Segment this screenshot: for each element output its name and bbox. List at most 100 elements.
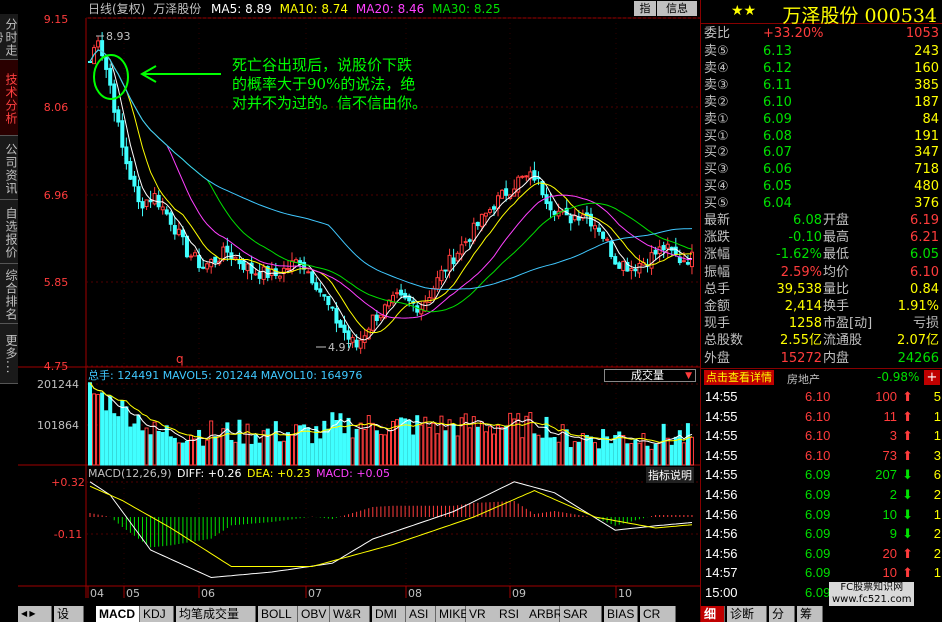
level-volume: 385 bbox=[914, 77, 939, 93]
tick-time: 14:56 bbox=[705, 526, 738, 542]
tab-scroll-arrows[interactable]: ◀ ▶ bbox=[18, 606, 52, 622]
indicator-tab[interactable]: 设置 bbox=[54, 606, 84, 622]
indicator-tab[interactable]: CR bbox=[640, 606, 676, 622]
left-tab[interactable]: 分时走势 bbox=[0, 14, 18, 60]
zhi-button[interactable]: 指 bbox=[634, 1, 656, 16]
volume-bar bbox=[597, 448, 602, 466]
candle bbox=[100, 40, 105, 57]
sell-level-row[interactable]: 卖② 6.10 187 bbox=[701, 94, 942, 111]
quote-tab[interactable]: 诊断 bbox=[727, 606, 767, 622]
candle bbox=[500, 189, 505, 199]
tick-time: 14:55 bbox=[705, 408, 738, 424]
arrow-up-icon: ⬆ bbox=[902, 447, 913, 463]
candle bbox=[435, 277, 440, 290]
stat-row: 总手 39,538 量比 0.84 bbox=[701, 281, 942, 298]
indicator-tab[interactable]: W&R bbox=[330, 606, 370, 622]
candle bbox=[148, 199, 153, 203]
indicator-tab[interactable]: KDJ bbox=[140, 606, 174, 622]
level-label: 卖② bbox=[704, 94, 729, 110]
volume-bar bbox=[164, 425, 169, 466]
level-label: 买④ bbox=[704, 179, 729, 195]
candle bbox=[88, 61, 92, 63]
tick-count: 1 bbox=[933, 428, 941, 444]
arrow-up-icon: ⬆ bbox=[902, 565, 913, 581]
sector-change: -0.98% bbox=[877, 370, 920, 384]
indicator-tab[interactable]: VR bbox=[466, 606, 498, 622]
quote-tab[interactable]: 细 bbox=[701, 606, 725, 622]
volume-bar bbox=[92, 393, 97, 466]
candle bbox=[504, 188, 509, 196]
indicator-tab[interactable]: ASI bbox=[406, 606, 436, 622]
watermark: FC股票知识网 www.fc521.com bbox=[829, 582, 915, 606]
quote-tab[interactable]: 筹 bbox=[797, 606, 823, 622]
indicator-tab[interactable]: DMI bbox=[372, 606, 406, 622]
buy-level-row[interactable]: 买⑤ 6.04 376 bbox=[701, 195, 942, 212]
detail-button[interactable]: 点击查看详情 bbox=[704, 370, 774, 385]
ma20-label: MA20: 8.46 bbox=[355, 2, 425, 16]
tick-price: 6.09 bbox=[805, 565, 831, 581]
buy-level-row[interactable]: 买④ 6.05 480 bbox=[701, 178, 942, 195]
stat-label: 均价 bbox=[823, 264, 850, 280]
volume-bar bbox=[633, 439, 638, 466]
stat-value: 0.84 bbox=[910, 281, 939, 297]
buy-level-row[interactable]: 买① 6.08 191 bbox=[701, 128, 942, 145]
volume-bar bbox=[669, 444, 674, 466]
candle bbox=[201, 266, 206, 269]
left-tab[interactable]: 自选报价 bbox=[0, 200, 18, 264]
arrow-right-icon[interactable]: ▶ bbox=[29, 609, 35, 618]
arrow-left-icon[interactable]: ◀ bbox=[21, 609, 27, 618]
indicator-tab[interactable]: BOLL bbox=[258, 606, 298, 622]
sell-level-row[interactable]: 卖④ 6.12 160 bbox=[701, 60, 942, 77]
info-button[interactable]: 信息 bbox=[657, 1, 697, 16]
left-tab[interactable]: 更多... bbox=[0, 324, 18, 384]
level-price: 6.06 bbox=[763, 162, 792, 178]
candle bbox=[314, 282, 319, 290]
candle bbox=[673, 246, 678, 255]
ma10-label: MA10: 8.74 bbox=[279, 2, 349, 16]
candle bbox=[237, 259, 242, 265]
sell-level-row[interactable]: 卖⑤ 6.13 243 bbox=[701, 43, 942, 60]
indicator-tab[interactable]: RSI bbox=[496, 606, 528, 622]
volume-bar bbox=[245, 423, 250, 466]
indicator-tab[interactable]: SAR bbox=[560, 606, 602, 622]
buy-level-row[interactable]: 买② 6.07 347 bbox=[701, 144, 942, 161]
note-line: 对并不为过的。信不信由你。 bbox=[232, 94, 428, 112]
indicator-select[interactable]: 成交量 ▼ bbox=[604, 369, 696, 382]
volume-bar bbox=[96, 393, 101, 466]
macd-axis-label: -0.11 bbox=[54, 528, 82, 541]
left-tab[interactable]: 技术分析 bbox=[0, 60, 18, 136]
indicator-tab[interactable]: BIAS bbox=[604, 606, 638, 622]
volume-bar bbox=[681, 442, 686, 466]
dea-line bbox=[89, 485, 693, 567]
buy-level-row[interactable]: 买③ 6.06 718 bbox=[701, 161, 942, 178]
volume-bar bbox=[148, 434, 153, 466]
level-label: 卖④ bbox=[704, 60, 729, 76]
stat-value: 2.59% bbox=[780, 264, 822, 280]
stat-value: 6.08 bbox=[793, 213, 822, 228]
tick-time: 14:55 bbox=[705, 428, 738, 444]
indicator-tab[interactable]: MACD bbox=[96, 606, 140, 622]
quote-tab[interactable]: 分 bbox=[769, 606, 795, 622]
candle bbox=[395, 292, 400, 295]
candle bbox=[443, 269, 448, 272]
arrow-up-icon: ⬆ bbox=[902, 408, 913, 424]
add-button[interactable]: + bbox=[924, 370, 940, 385]
indicator-help-link[interactable]: 指标说明 bbox=[646, 467, 694, 483]
sell-level-row[interactable]: 卖① 6.09 84 bbox=[701, 111, 942, 128]
tick-volume: 2 bbox=[889, 487, 897, 502]
star-icon: ★★ bbox=[731, 3, 757, 19]
left-tab[interactable]: 公司资讯 bbox=[0, 136, 18, 200]
indicator-tab[interactable]: MIKE bbox=[436, 606, 468, 622]
tick-count: 1 bbox=[933, 565, 941, 581]
volume-bar bbox=[213, 436, 218, 466]
indicator-tab[interactable]: 均笔成交量 bbox=[176, 606, 256, 622]
indicator-tab[interactable]: ARBR bbox=[526, 606, 562, 622]
indicator-tab[interactable]: OBV bbox=[298, 606, 330, 622]
volume-bar bbox=[100, 392, 105, 466]
sell-level-row[interactable]: 卖③ 6.11 385 bbox=[701, 77, 942, 94]
volume-bar bbox=[168, 436, 173, 466]
candle bbox=[152, 193, 157, 205]
candle bbox=[431, 287, 436, 299]
tick-count: 1 bbox=[933, 408, 941, 424]
left-tab[interactable]: 综合排名 bbox=[0, 264, 18, 324]
